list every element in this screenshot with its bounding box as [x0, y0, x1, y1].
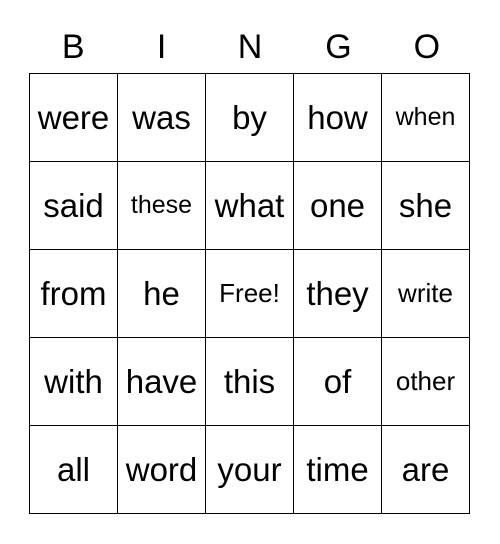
bingo-row: with have this of other [29, 337, 470, 426]
header-letter: B [61, 28, 85, 66]
bingo-row: were was by how when [29, 73, 470, 162]
header-letter: N [237, 28, 263, 66]
bingo-cell: word [117, 425, 206, 514]
bingo-row: from he Free! they write [29, 249, 470, 338]
bingo-cell: write [381, 249, 470, 338]
bingo-row: said these what one she [29, 161, 470, 250]
bingo-cell: have [117, 337, 206, 426]
bingo-row: all word your time are [29, 425, 470, 514]
bingo-cell: other [381, 337, 470, 426]
bingo-header: B I N G O [29, 28, 471, 67]
header-letter: O [413, 28, 441, 66]
bingo-cell: she [381, 161, 470, 250]
bingo-cell: all [29, 425, 118, 514]
bingo-cell: was [117, 73, 206, 162]
bingo-cell: they [293, 249, 382, 338]
bingo-cell: were [29, 73, 118, 162]
header-letter: I [156, 28, 167, 66]
bingo-cell: he [117, 249, 206, 338]
bingo-cell: are [381, 425, 470, 514]
bingo-cell: this [205, 337, 294, 426]
bingo-cell: with [29, 337, 118, 426]
bingo-cell: what [205, 161, 294, 250]
bingo-cell: one [293, 161, 382, 250]
bingo-cell: from [29, 249, 118, 338]
bingo-grid: were was by how when said these what one she from h… [29, 73, 470, 514]
bingo-cell: Free! [205, 249, 294, 338]
bingo-cell: these [117, 161, 206, 250]
bingo-cell: how [293, 73, 382, 162]
bingo-cell: said [29, 161, 118, 250]
bingo-cell: of [293, 337, 382, 426]
header-letter: G [325, 28, 352, 66]
bingo-cell: your [205, 425, 294, 514]
bingo-cell: by [205, 73, 294, 162]
bingo-cell: when [381, 73, 470, 162]
bingo-cell: time [293, 425, 382, 514]
